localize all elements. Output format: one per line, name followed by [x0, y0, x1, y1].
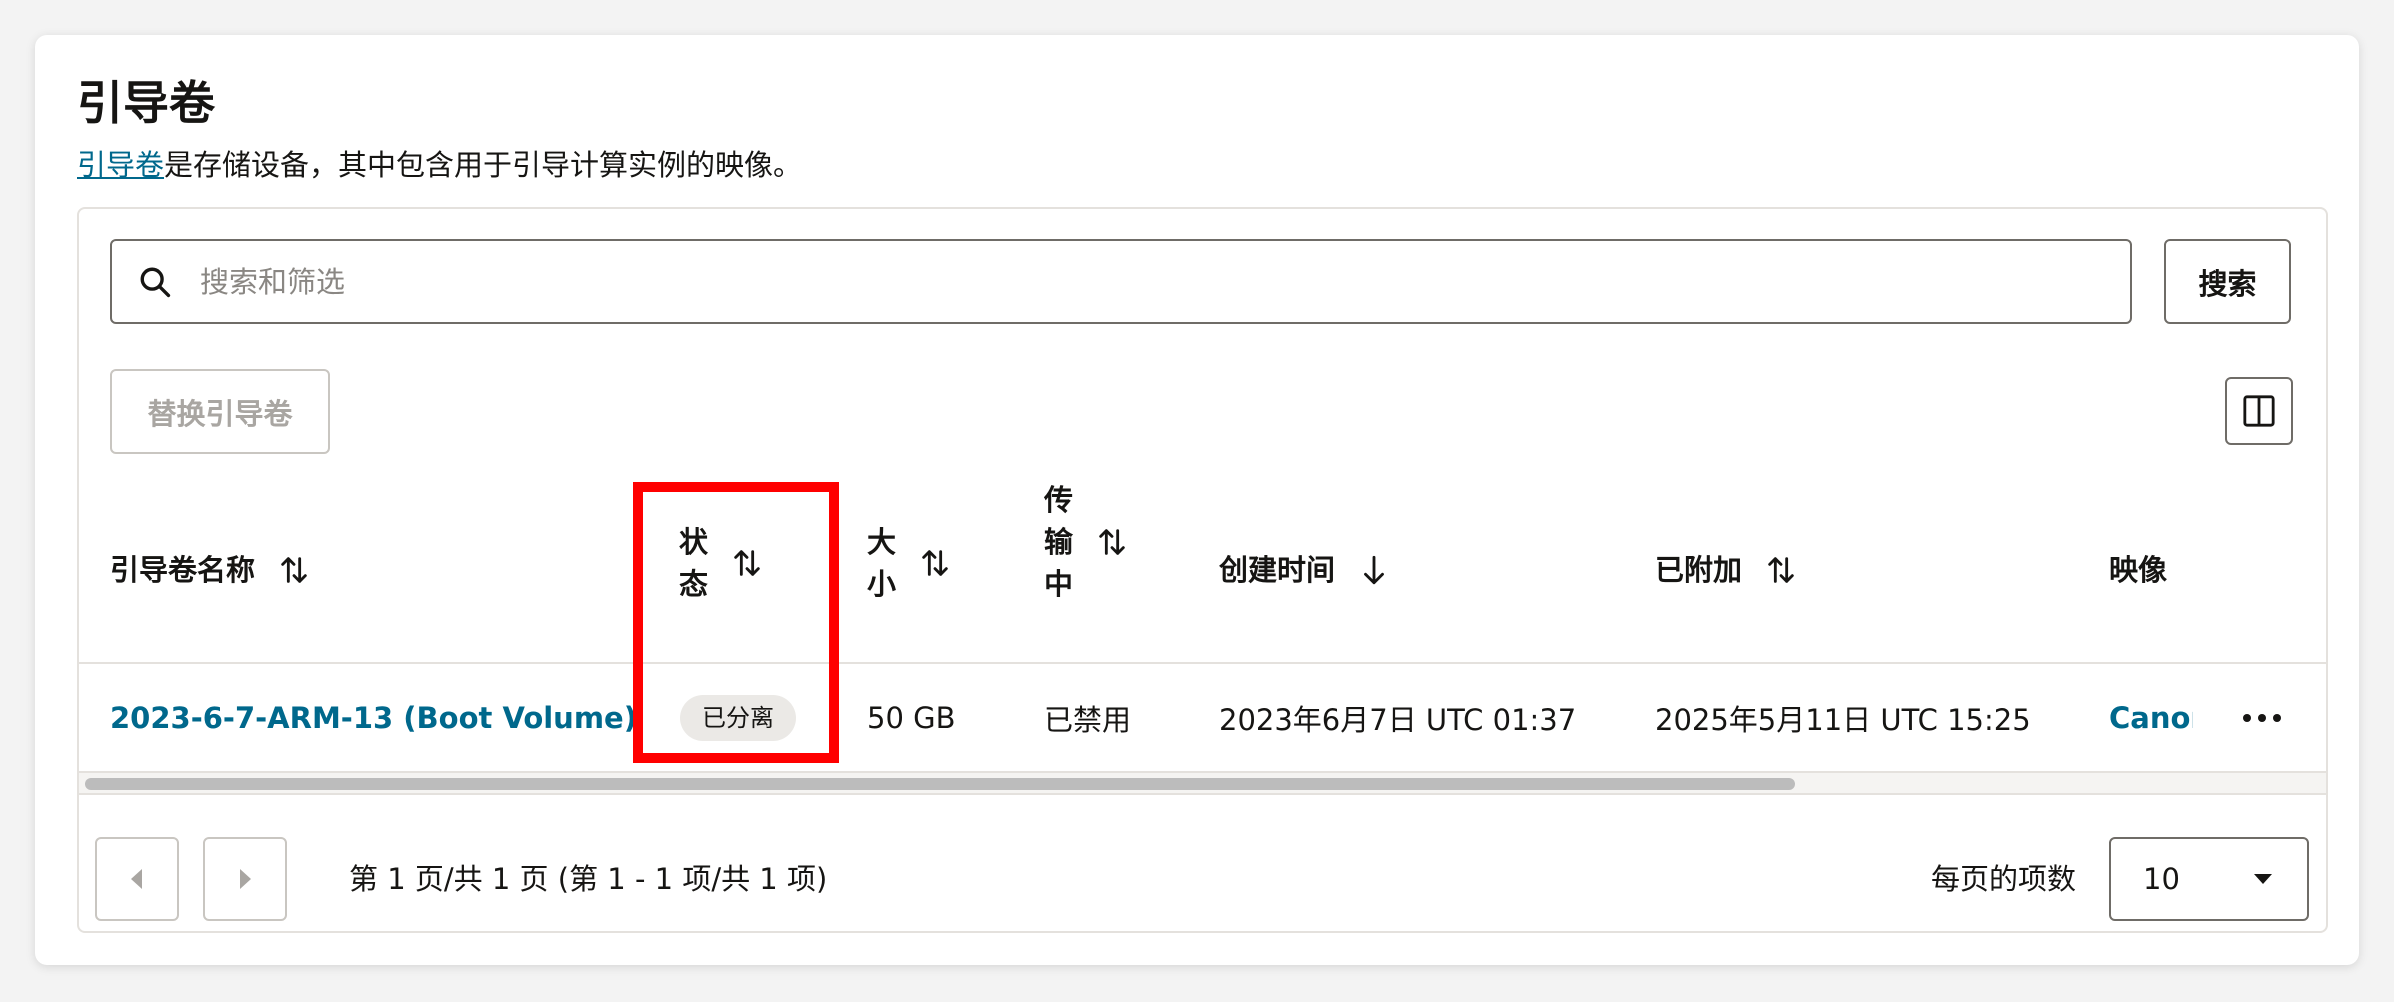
row-actions-button[interactable] — [2242, 664, 2282, 771]
next-page-button[interactable] — [203, 837, 287, 921]
column-header-attached[interactable]: 已附加 — [1655, 545, 1798, 595]
search-input[interactable] — [200, 264, 2100, 299]
table-header: 引导卷名称 状 态 大 小 传 输 中 创建时间 已附加 映像 — [79, 479, 2326, 662]
cell-created: 2023年6月7日 UTC 01:37 — [1219, 702, 1577, 737]
more-actions-icon — [2243, 713, 2281, 722]
cell-size: 50 GB — [867, 700, 956, 735]
cell-attached: 2025年5月11日 UTC 15:25 — [1655, 702, 2031, 737]
boot-volume-doc-link[interactable]: 引导卷 — [77, 148, 164, 182]
previous-page-button[interactable] — [95, 837, 179, 921]
column-header-label: 大 小 — [867, 525, 897, 601]
description-text: 是存储设备，其中包含用于引导计算实例的映像。 — [164, 148, 803, 182]
replace-boot-volume-button[interactable]: 替换引导卷 — [110, 369, 330, 454]
boot-volume-name-link[interactable]: 2023-6-7-ARM-13 (Boot Volume) — [110, 701, 637, 735]
page-description: 引导卷是存储设备，其中包含用于引导计算实例的映像。 — [77, 145, 802, 185]
image-link[interactable]: Canon — [2109, 701, 2193, 735]
cell-name: 2023-6-7-ARM-13 (Boot Volume) — [110, 664, 637, 771]
chevron-left-icon — [131, 869, 142, 889]
search-button[interactable]: 搜索 — [2164, 239, 2291, 324]
per-page-label: 每页的项数 — [1931, 862, 2077, 896]
caret-down-icon — [2254, 874, 2272, 884]
column-settings-button[interactable] — [2225, 377, 2293, 445]
per-page-select[interactable]: 10 — [2109, 837, 2309, 921]
chevron-right-icon — [240, 869, 251, 889]
column-header-name[interactable]: 引导卷名称 — [110, 545, 311, 595]
horizontal-scrollbar[interactable] — [79, 771, 2326, 795]
boot-volumes-card: 引导卷 引导卷是存储设备，其中包含用于引导计算实例的映像。 搜索 替换引导卷 引… — [35, 35, 2359, 965]
column-header-created[interactable]: 创建时间 — [1219, 545, 1391, 595]
sort-both-icon[interactable] — [277, 553, 311, 587]
column-header-label: 映像 — [2109, 553, 2168, 587]
per-page-value: 10 — [2143, 862, 2180, 896]
search-box[interactable] — [110, 239, 2132, 324]
page-title: 引导卷 — [77, 76, 215, 130]
columns-icon — [2243, 395, 2275, 427]
column-header-size[interactable]: 大 小 — [867, 521, 952, 605]
scrollbar-thumb[interactable] — [85, 778, 1795, 790]
column-header-in-transit[interactable]: 传 输 中 — [1044, 479, 1129, 605]
column-header-image: 映像 — [2109, 545, 2167, 595]
sort-both-icon[interactable] — [918, 546, 952, 580]
sort-descending-icon[interactable] — [1357, 553, 1391, 587]
sort-both-icon[interactable] — [1095, 525, 1129, 559]
column-header-label: 已附加 — [1655, 553, 1743, 587]
search-icon — [140, 267, 171, 297]
sort-both-icon[interactable] — [1764, 553, 1798, 587]
column-header-label: 创建时间 — [1219, 553, 1336, 587]
column-header-label: 传 输 中 — [1044, 483, 1074, 601]
pagination-info: 第 1 页/共 1 页 (第 1 - 1 项/共 1 项) — [349, 862, 828, 896]
boot-volumes-table-panel: 搜索 替换引导卷 引导卷名称 状 态 大 小 — [77, 207, 2328, 933]
status-column-highlight — [633, 482, 839, 763]
cell-in-transit: 已禁用 — [1044, 702, 1132, 737]
column-header-label: 引导卷名称 — [110, 553, 256, 587]
table-row: 2023-6-7-ARM-13 (Boot Volume) 已分离 50 GB … — [79, 664, 2326, 771]
cell-image: Canon — [2109, 664, 2193, 771]
